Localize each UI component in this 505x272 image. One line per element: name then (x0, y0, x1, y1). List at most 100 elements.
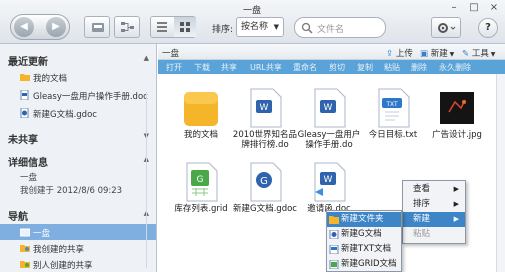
breadcrumb[interactable]: 一盘 (162, 47, 179, 59)
gdoc-icon: G (250, 162, 282, 202)
section-nav-header[interactable]: 导航 ▲ (0, 205, 156, 223)
file-item[interactable]: 广告设计.jpg (422, 88, 492, 164)
submenu-new-grid[interactable]: 新建GRID文档 (327, 257, 401, 272)
menu-item-view[interactable]: 查看 ▶ (403, 182, 465, 197)
section-details-header[interactable]: 详细信息 ▲ (0, 151, 156, 169)
folder-icon (20, 74, 30, 81)
minimize-button[interactable]: – (447, 2, 461, 13)
share-tree-icon (121, 22, 134, 32)
menu-item-label: 查看 (413, 184, 431, 194)
sidebar-scrollbar[interactable] (146, 92, 154, 268)
menu-item-paste[interactable]: 粘贴 (403, 227, 465, 242)
window-title: 一盘 (243, 6, 262, 16)
share-in-icon (20, 261, 30, 268)
new-file-icon: ▣ (420, 49, 429, 59)
nav-item-others-shares[interactable]: 别人创建的共享 (0, 256, 156, 272)
section-title: 未共享 (8, 135, 38, 146)
breadcrumb-bar: 一盘 ⇪ 上传 ▣ 新建 ▼ ✎ 工具 ▼ (158, 44, 505, 60)
section-title: 导航 (8, 212, 28, 223)
upload-button[interactable]: ⇪ 上传 (386, 47, 413, 59)
txt-icon (329, 245, 339, 254)
word-doc-icon: W (314, 162, 346, 202)
submenu-new-gdoc[interactable]: 新建G文档 (327, 227, 401, 242)
op-open[interactable]: 打开 (166, 62, 182, 73)
submenu-new-txt[interactable]: 新建TXT文档 (327, 242, 401, 257)
menu-item-label: 新建 (413, 214, 431, 224)
file-item[interactable]: G 新建G文档.gdoc (230, 162, 300, 238)
op-download[interactable]: 下载 (194, 62, 210, 73)
section-title: 最近更新 (8, 57, 48, 68)
submenu-new-folder[interactable]: 新建文件夹 (327, 212, 401, 227)
detail-created: 我创建于 2012/8/6 09:23 (20, 186, 123, 196)
list-view-icon[interactable] (151, 17, 173, 37)
recent-item-label: Gleasy一盘用户操作手册.doc (33, 92, 148, 102)
tools-button[interactable]: ✎ 工具 ▼ (462, 47, 495, 59)
file-name: 2010世界知名品牌排行榜.do (232, 130, 298, 150)
file-name: 库存列表.grid (174, 204, 228, 214)
word-doc-icon: W (314, 88, 346, 128)
content-scrollbar[interactable] (496, 74, 505, 272)
grid-icon (329, 260, 339, 269)
op-paste[interactable]: 粘贴 (384, 62, 400, 73)
menu-item-sort[interactable]: 排序 ▶ (403, 197, 465, 212)
menu-item-new[interactable]: 新建 ▶ (403, 212, 465, 227)
sort-value: 按名称 (241, 22, 269, 32)
file-name: 广告设计.jpg (432, 130, 482, 140)
file-name: 今日目标.txt (368, 130, 418, 140)
op-copy[interactable]: 复制 (357, 62, 373, 73)
file-item[interactable]: G 库存列表.grid (166, 162, 236, 238)
chevron-right-icon: ▶ (453, 200, 459, 208)
chevron-right-icon: ▶ (453, 215, 459, 223)
svg-text:W: W (324, 103, 333, 113)
forward-icon[interactable]: ▶ (46, 17, 66, 37)
nav-item-disk[interactable]: 一盘 (0, 224, 156, 240)
word-doc-icon: W (250, 88, 282, 128)
file-item[interactable]: 我的文档 (166, 88, 236, 164)
close-button[interactable]: × (487, 2, 501, 13)
op-url-share[interactable]: URL共享 (250, 62, 282, 73)
chevron-right-icon: ▶ (453, 185, 459, 193)
context-menu: 查看 ▶ 排序 ▶ 新建 ▶ 粘贴 (402, 180, 466, 244)
folder-icon (329, 216, 339, 224)
nav-item-my-shares[interactable]: 我创建的共享 (0, 240, 156, 256)
op-share[interactable]: 共享 (221, 62, 237, 73)
collapse-icon[interactable]: ▲ (144, 54, 149, 62)
view-mode-toggle (150, 16, 196, 38)
file-item[interactable]: W Gleasy一盘用户操作手册.do (294, 88, 364, 164)
file-name: Gleasy一盘用户操作手册.do (297, 130, 361, 150)
sort-select[interactable]: 按名称 ▼ (236, 17, 284, 37)
recent-item[interactable]: 我的文档 (0, 69, 156, 85)
back-icon[interactable]: ◀ (14, 17, 34, 37)
search-placeholder: 文件名 (317, 25, 345, 35)
new-button[interactable]: ▣ 新建 ▼ (420, 47, 454, 59)
section-shared-header[interactable]: 未共享 ▼ (0, 128, 156, 146)
maximize-button[interactable]: □ (467, 2, 481, 13)
home-button[interactable] (84, 16, 110, 38)
op-cut[interactable]: 剪切 (329, 62, 345, 73)
file-name: 新建G文档.gdoc (233, 204, 297, 214)
nav-item-label: 别人创建的共享 (33, 261, 93, 271)
gear-icon (438, 23, 456, 33)
settings-button[interactable] (431, 17, 461, 38)
grid-view-icon[interactable] (174, 17, 196, 37)
section-recent-header[interactable]: 最近更新 ▲ (0, 50, 156, 68)
recent-item[interactable]: Gleasy一盘用户操作手册.doc (0, 87, 156, 103)
gdoc-icon (329, 230, 339, 239)
op-delete-forever[interactable]: 永久删除 (439, 62, 471, 73)
search-input[interactable]: 文件名 (294, 17, 386, 38)
new-label: 新建 (430, 49, 448, 59)
chevron-down-icon: ▼ (273, 23, 279, 31)
file-item[interactable]: W 2010世界知名品牌排行榜.do (230, 88, 300, 164)
share-button[interactable] (114, 16, 140, 38)
recent-item[interactable]: 新建G文档.gdoc (0, 105, 156, 121)
file-item[interactable]: TXT 今日目标.txt (358, 88, 428, 164)
nav-item-label: 我创建的共享 (33, 245, 85, 255)
svg-text:G: G (260, 176, 268, 187)
submenu-label: 新建TXT文档 (341, 244, 392, 254)
op-rename[interactable]: 重命名 (293, 62, 317, 73)
window-titlebar: 一盘 – □ × ◀ ▶ 排序: 按名称 ▼ 文件名 ? (0, 0, 505, 44)
op-delete[interactable]: 删除 (411, 62, 427, 73)
svg-text:G: G (197, 175, 204, 185)
search-icon (301, 22, 313, 34)
help-button[interactable]: ? (478, 18, 498, 38)
